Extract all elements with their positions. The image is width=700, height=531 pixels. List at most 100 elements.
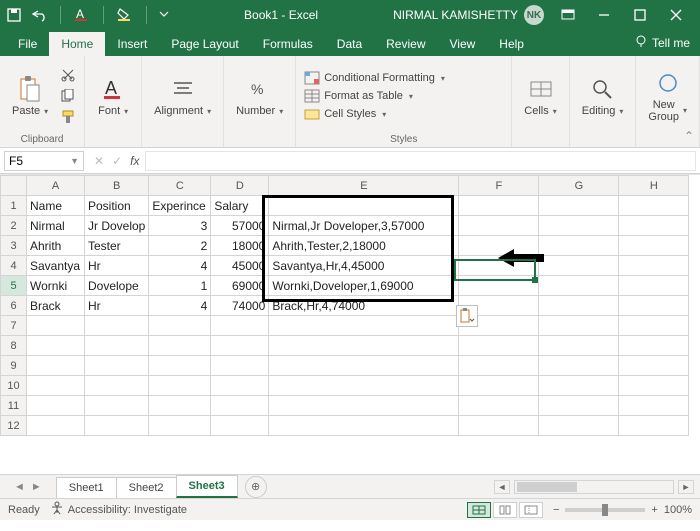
column-header-F[interactable]: F: [459, 176, 539, 196]
cell-B11[interactable]: [85, 396, 149, 416]
cell-E6[interactable]: Brack,Hr,4,74000: [269, 296, 459, 316]
cell-H2[interactable]: [619, 216, 689, 236]
row-header-11[interactable]: 11: [1, 396, 27, 416]
cell-styles-button[interactable]: Cell Styles▾: [302, 106, 447, 122]
cell-E12[interactable]: [269, 416, 459, 436]
cell-A12[interactable]: [27, 416, 85, 436]
cell-B10[interactable]: [85, 376, 149, 396]
cancel-formula-icon[interactable]: ✕: [94, 154, 104, 168]
formula-input[interactable]: [145, 151, 696, 171]
cell-D5[interactable]: 69000: [211, 276, 269, 296]
cell-F5[interactable]: [459, 276, 539, 296]
sheet-nav-prev-icon[interactable]: ◄: [14, 481, 25, 493]
cell-D9[interactable]: [211, 356, 269, 376]
cell-A10[interactable]: [27, 376, 85, 396]
user-account[interactable]: NIRMAL KAMISHETTY NK: [393, 5, 544, 25]
spreadsheet-grid[interactable]: ABCDEFGH1NamePositionExperinceSalary2Nir…: [0, 174, 700, 474]
cell-F12[interactable]: [459, 416, 539, 436]
cell-H11[interactable]: [619, 396, 689, 416]
collapse-ribbon-icon[interactable]: ⌃: [684, 129, 694, 143]
tab-formulas[interactable]: Formulas: [251, 32, 325, 56]
cell-D11[interactable]: [211, 396, 269, 416]
tab-data[interactable]: Data: [325, 32, 374, 56]
tab-home[interactable]: Home: [49, 32, 105, 56]
cell-H5[interactable]: [619, 276, 689, 296]
tab-insert[interactable]: Insert: [105, 32, 159, 56]
cell-D6[interactable]: 74000: [211, 296, 269, 316]
cell-E7[interactable]: [269, 316, 459, 336]
font-button[interactable]: A Font▾: [91, 73, 135, 119]
view-page-break-icon[interactable]: [519, 502, 543, 518]
font-color-icon[interactable]: A: [73, 7, 91, 23]
cell-G12[interactable]: [539, 416, 619, 436]
column-header-C[interactable]: C: [149, 176, 211, 196]
hscroll-right-icon[interactable]: ►: [678, 480, 694, 494]
column-header-D[interactable]: D: [211, 176, 269, 196]
cell-E11[interactable]: [269, 396, 459, 416]
cell-B3[interactable]: Tester: [85, 236, 149, 256]
cell-H10[interactable]: [619, 376, 689, 396]
cell-B9[interactable]: [85, 356, 149, 376]
fill-color-icon[interactable]: [116, 7, 134, 23]
cell-C10[interactable]: [149, 376, 211, 396]
cell-E3[interactable]: Ahrith,Tester,2,18000: [269, 236, 459, 256]
cell-B7[interactable]: [85, 316, 149, 336]
cell-E9[interactable]: [269, 356, 459, 376]
column-header-B[interactable]: B: [85, 176, 149, 196]
sheet-tab-sheet3[interactable]: Sheet3: [176, 475, 238, 498]
sheet-tab-sheet2[interactable]: Sheet2: [116, 477, 177, 498]
cell-C2[interactable]: 3: [149, 216, 211, 236]
tab-file[interactable]: File: [6, 32, 49, 56]
paste-button[interactable]: Paste▾: [6, 73, 54, 119]
cell-C7[interactable]: [149, 316, 211, 336]
row-header-9[interactable]: 9: [1, 356, 27, 376]
tell-me[interactable]: Tell me: [624, 34, 700, 56]
new-group-button[interactable]: New Group▾: [642, 67, 693, 125]
cell-F9[interactable]: [459, 356, 539, 376]
alignment-button[interactable]: Alignment▾: [148, 73, 217, 119]
view-page-layout-icon[interactable]: [493, 502, 517, 518]
row-header-1[interactable]: 1: [1, 196, 27, 216]
cell-E1[interactable]: [269, 196, 459, 216]
cell-E2[interactable]: Nirmal,Jr Doveloper,3,57000: [269, 216, 459, 236]
select-all-corner[interactable]: [1, 176, 27, 196]
row-header-2[interactable]: 2: [1, 216, 27, 236]
cell-D8[interactable]: [211, 336, 269, 356]
save-icon[interactable]: [6, 7, 22, 23]
zoom-slider[interactable]: [565, 508, 645, 512]
cell-F2[interactable]: [459, 216, 539, 236]
cell-G11[interactable]: [539, 396, 619, 416]
cell-E10[interactable]: [269, 376, 459, 396]
cell-C3[interactable]: 2: [149, 236, 211, 256]
cell-G10[interactable]: [539, 376, 619, 396]
cell-A8[interactable]: [27, 336, 85, 356]
cell-C8[interactable]: [149, 336, 211, 356]
cut-icon[interactable]: [58, 66, 78, 84]
cell-B4[interactable]: Hr: [85, 256, 149, 276]
tab-review[interactable]: Review: [374, 32, 437, 56]
format-painter-icon[interactable]: [58, 108, 78, 126]
row-header-10[interactable]: 10: [1, 376, 27, 396]
cell-C6[interactable]: 4: [149, 296, 211, 316]
sheet-tab-sheet1[interactable]: Sheet1: [56, 477, 117, 498]
cell-F1[interactable]: [459, 196, 539, 216]
tab-help[interactable]: Help: [487, 32, 536, 56]
ribbon-display-options-icon[interactable]: [550, 0, 586, 30]
cell-D7[interactable]: [211, 316, 269, 336]
cell-G6[interactable]: [539, 296, 619, 316]
cell-D4[interactable]: 45000: [211, 256, 269, 276]
zoom-level[interactable]: 100%: [664, 504, 692, 516]
cell-A6[interactable]: Brack: [27, 296, 85, 316]
cell-H9[interactable]: [619, 356, 689, 376]
accessibility-status[interactable]: Accessibility: Investigate: [50, 501, 187, 518]
cell-G7[interactable]: [539, 316, 619, 336]
cell-B1[interactable]: Position: [85, 196, 149, 216]
cell-C12[interactable]: [149, 416, 211, 436]
row-header-4[interactable]: 4: [1, 256, 27, 276]
close-button[interactable]: [658, 0, 694, 30]
cell-G4[interactable]: [539, 256, 619, 276]
cells-button[interactable]: Cells▾: [518, 73, 562, 119]
zoom-in-button[interactable]: +: [651, 504, 657, 516]
cell-D12[interactable]: [211, 416, 269, 436]
format-as-table-button[interactable]: Format as Table▾: [302, 88, 447, 104]
